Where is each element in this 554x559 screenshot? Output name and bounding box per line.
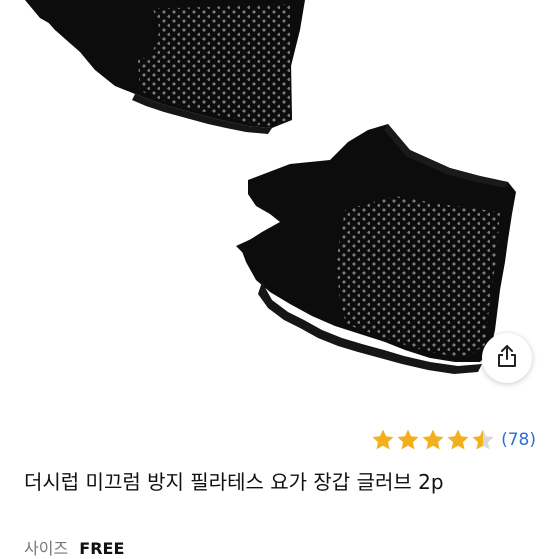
rating-stars	[371, 428, 495, 452]
product-image[interactable]	[0, 0, 554, 405]
rating-row[interactable]: (78)	[371, 426, 536, 454]
star-icon	[397, 429, 419, 450]
half-star-icon	[472, 429, 494, 450]
star-icon	[422, 429, 444, 450]
bottom-glove	[236, 124, 516, 374]
review-count-link[interactable]: (78)	[501, 430, 536, 450]
product-title: 더시럽 미끄럼 방지 필라테스 요가 장갑 글러브 2p	[24, 470, 444, 494]
share-button[interactable]	[482, 333, 532, 383]
gloves-illustration	[25, 0, 516, 374]
size-value: FREE	[79, 539, 125, 558]
top-glove	[25, 0, 305, 134]
share-icon	[496, 344, 518, 372]
size-label: 사이즈	[24, 539, 69, 558]
size-option: 사이즈 FREE	[24, 535, 124, 559]
star-icon	[447, 429, 469, 450]
star-icon	[372, 429, 394, 450]
